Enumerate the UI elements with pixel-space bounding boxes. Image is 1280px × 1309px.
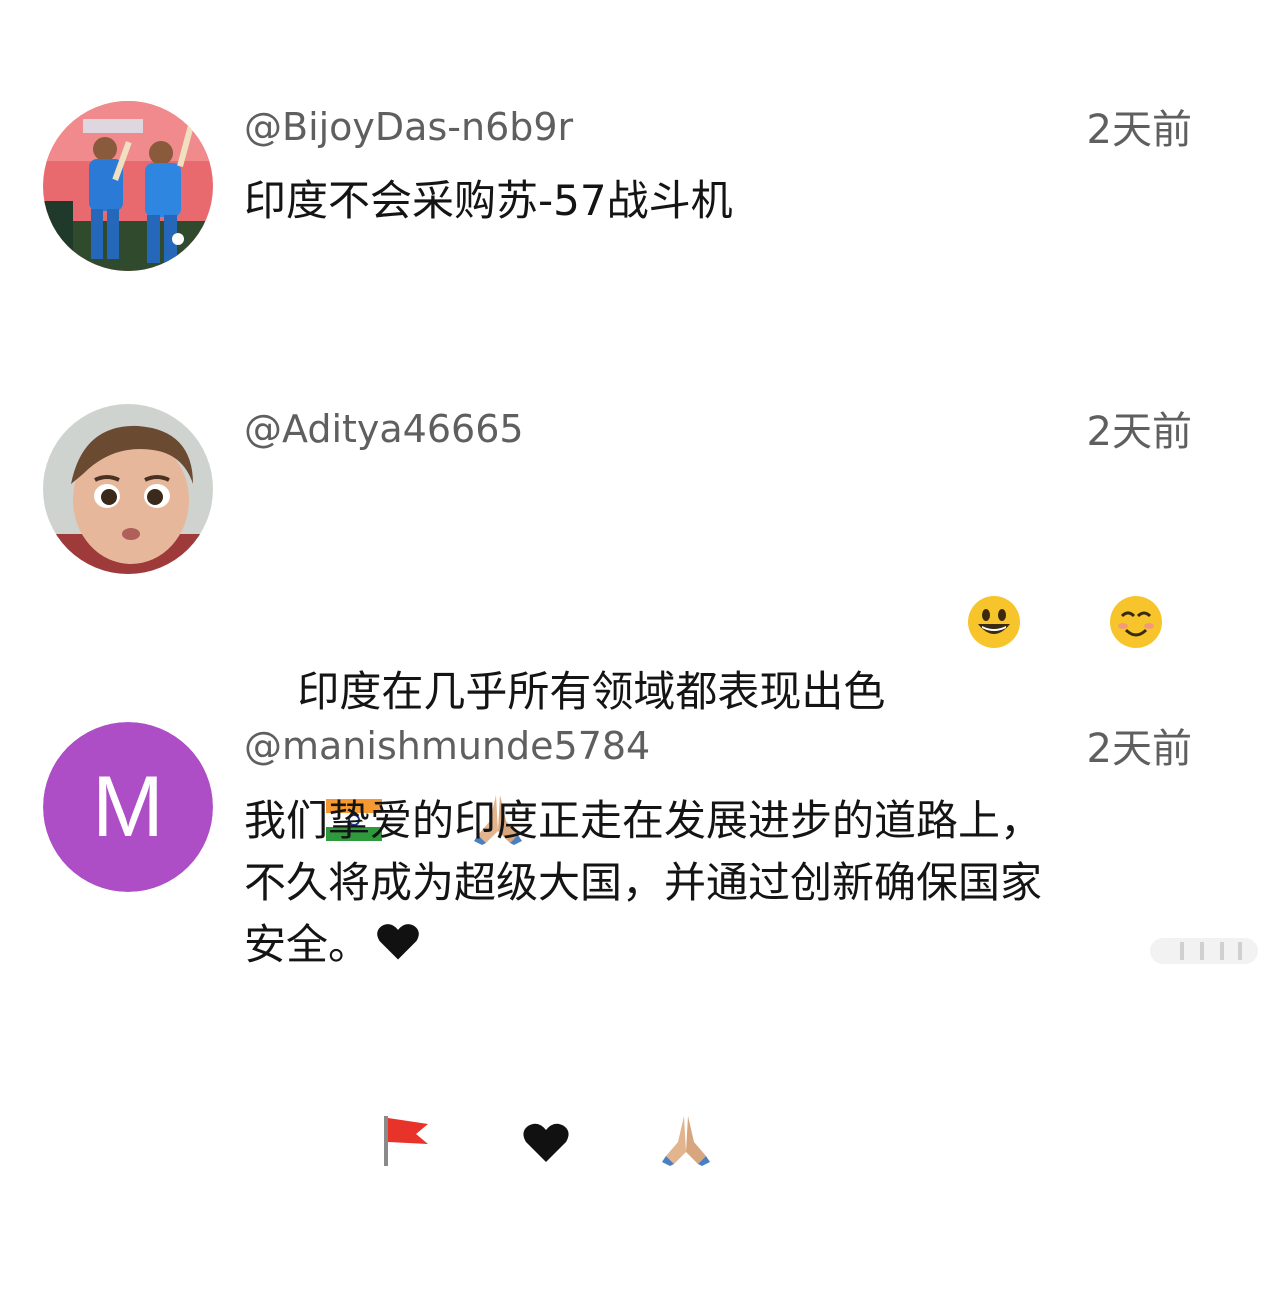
grinning-face-icon	[885, 532, 1021, 729]
cricket-players-photo-icon	[43, 101, 213, 271]
comment-username[interactable]: @manishmunde5784	[244, 727, 650, 765]
comment-text-line: 印度在几乎所有领域都表现出色	[297, 667, 886, 716]
comment-text: 我们挚爱的印度正走在发展进步的道路上， 不久将成为超级大国，并通过创新确保国家 …	[244, 790, 1204, 982]
black-heart-icon	[374, 917, 422, 982]
avatar-letter: M	[92, 758, 164, 855]
folded-hands-icon	[578, 1050, 714, 1247]
cartoon-boy-photo-icon	[43, 404, 213, 574]
comment-text-content: 我们挚爱的印度正走在发展进步的道路上， 不久将成为超级大国，并通过创新确保国家 …	[244, 796, 1043, 969]
avatar[interactable]	[43, 101, 213, 271]
comment-timestamp: 2天前	[1086, 726, 1192, 772]
avatar[interactable]	[43, 404, 213, 574]
red-flag-icon	[297, 1050, 433, 1247]
black-heart-icon	[440, 1054, 572, 1247]
comment-text: 印度不会采购苏-57战斗机	[244, 176, 733, 225]
watermark-logo	[1150, 934, 1260, 968]
comment-username[interactable]: @Aditya46665	[244, 410, 524, 448]
comment-username[interactable]: @BijoyDas-n6b9r	[244, 108, 573, 146]
avatar[interactable]: M	[43, 722, 213, 892]
comment-timestamp: 2天前	[1086, 409, 1192, 455]
smiling-face-icon	[1028, 532, 1164, 729]
letter-avatar: M	[43, 722, 213, 892]
comment-timestamp: 2天前	[1086, 107, 1192, 153]
